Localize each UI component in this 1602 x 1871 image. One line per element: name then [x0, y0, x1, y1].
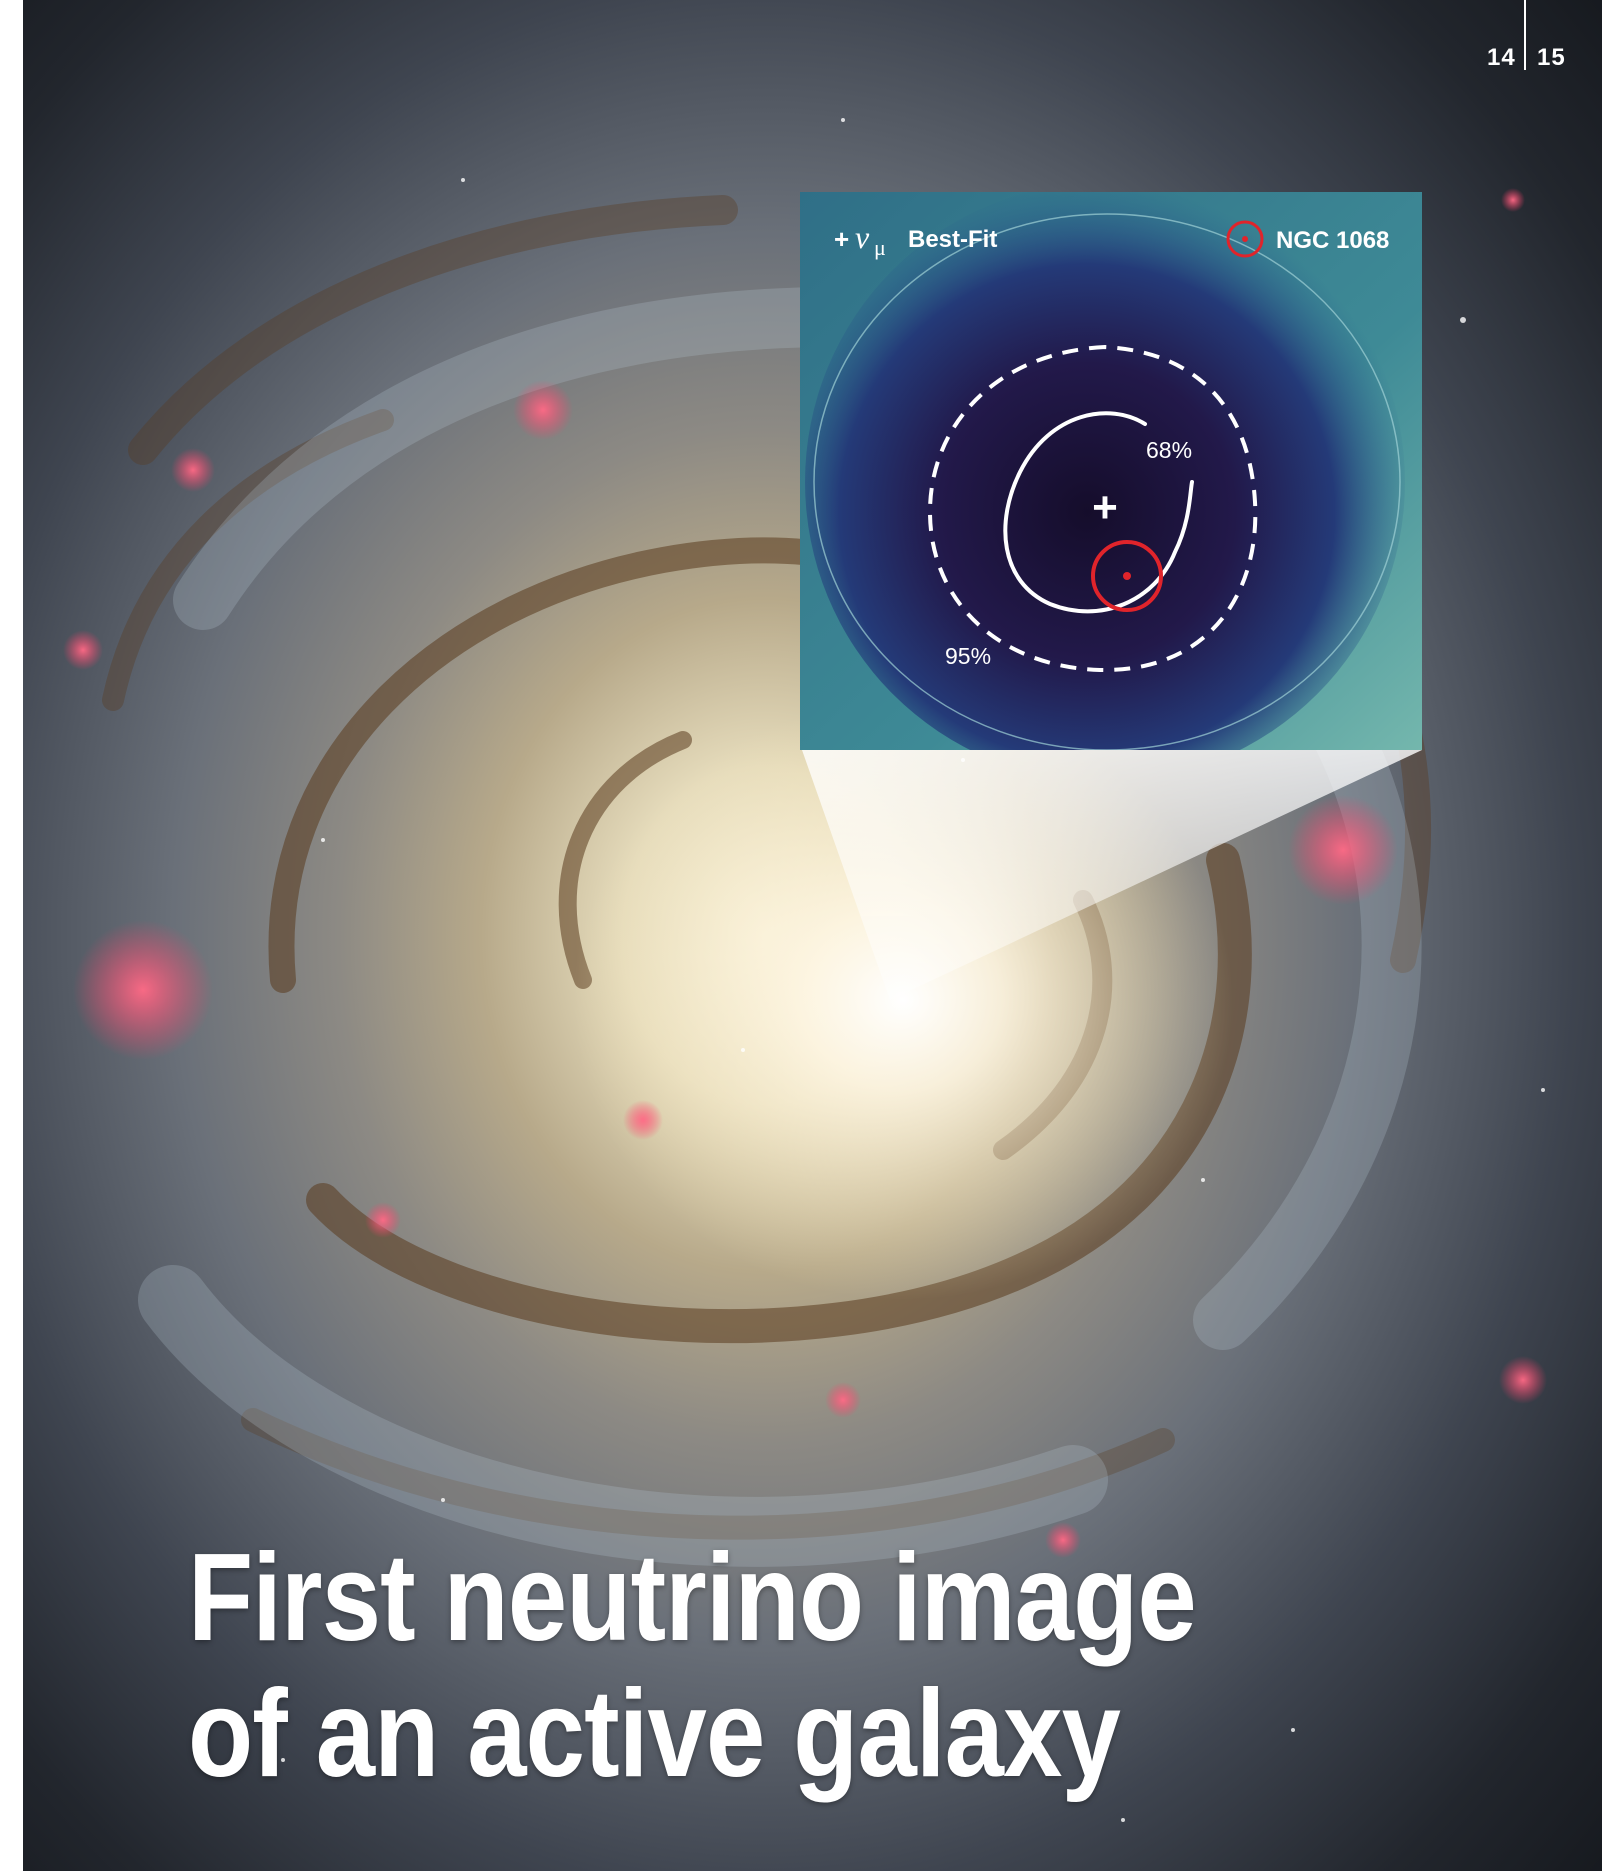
page-margin	[0, 0, 23, 1871]
magazine-page: 14 15 + 68% 95% + ν μ Best-Fit NGC 1068 …	[0, 0, 1602, 1871]
neutrino-sky-map: + 68% 95% + ν μ Best-Fit NGC 1068	[800, 192, 1422, 750]
legend-source-text: NGC 1068	[1276, 227, 1389, 254]
legend-nu-symbol: ν	[855, 219, 870, 255]
page-number-divider	[1524, 0, 1526, 70]
legend-mu-subscript: μ	[874, 235, 886, 260]
contour-95-label: 95%	[945, 643, 991, 669]
contour-68-label: 68%	[1146, 437, 1192, 463]
legend-best-fit-symbol: +	[834, 224, 849, 254]
best-fit-marker: +	[1092, 483, 1118, 532]
legend-best-fit-text: Best-Fit	[908, 226, 997, 253]
article-headline: First neutrino image of an active galaxy	[188, 1529, 1197, 1803]
page-number-left: 14	[1487, 44, 1516, 71]
headline-line-1: First neutrino image	[188, 1529, 1197, 1667]
headline-line-2: of an active galaxy	[188, 1665, 1121, 1803]
page-number-right: 15	[1537, 44, 1566, 71]
